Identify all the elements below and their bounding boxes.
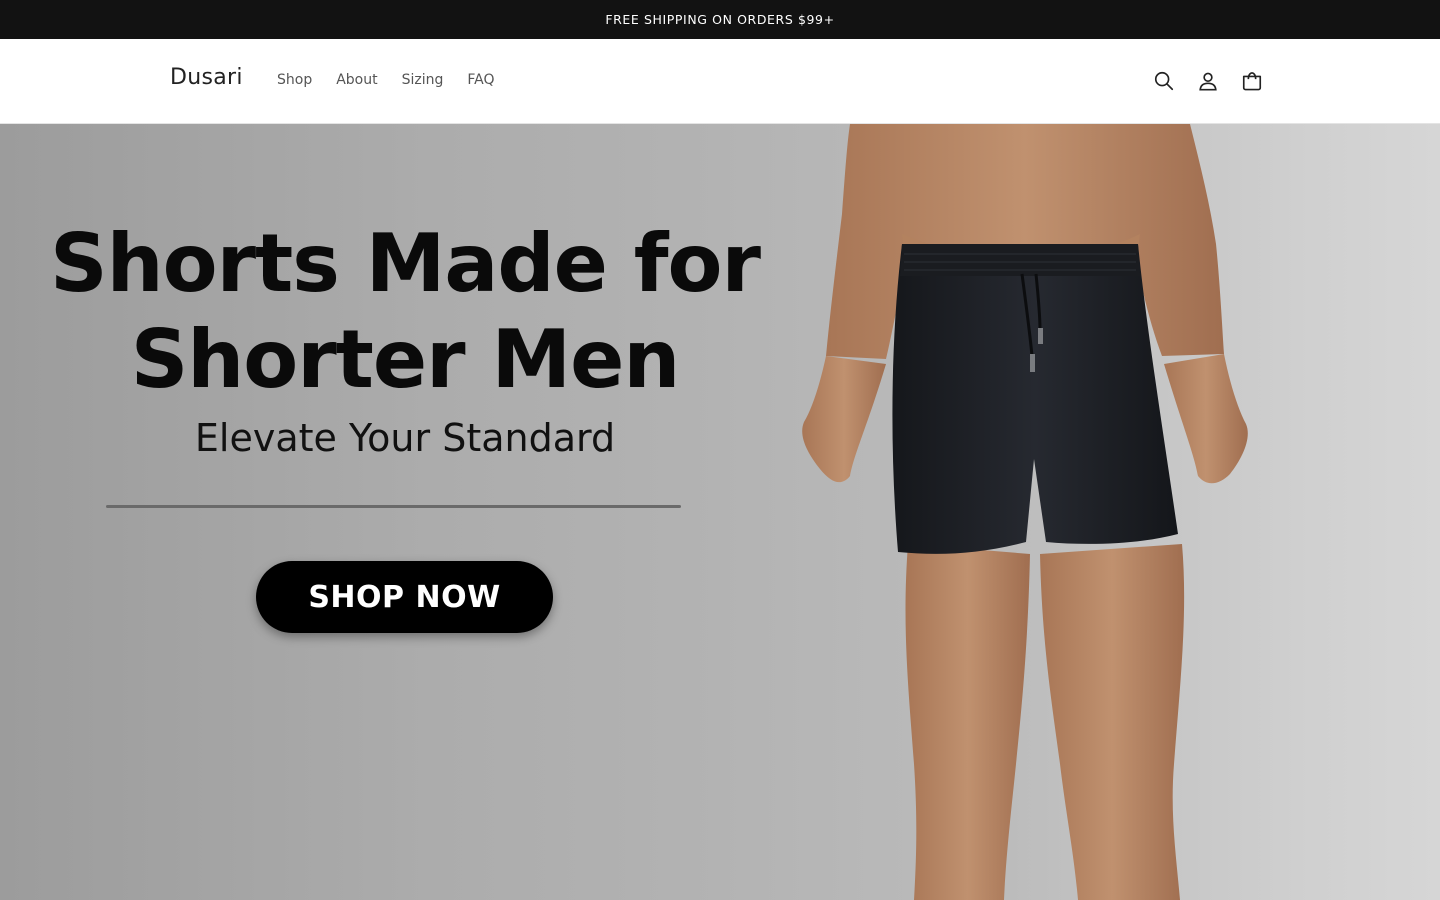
nav-link-about[interactable]: About xyxy=(324,70,389,90)
announcement-text: FREE SHIPPING ON ORDERS $99+ xyxy=(605,12,835,27)
hero-title-line-2: Shorter Men xyxy=(130,313,681,406)
shop-now-button[interactable]: SHOP NOW xyxy=(256,561,553,633)
site-logo[interactable]: Dusari xyxy=(170,65,243,90)
header-icons xyxy=(1142,59,1274,103)
announcement-bar: FREE SHIPPING ON ORDERS $99+ xyxy=(0,0,1440,39)
search-icon[interactable] xyxy=(1142,59,1186,103)
cart-icon[interactable] xyxy=(1230,59,1274,103)
nav-link-sizing[interactable]: Sizing xyxy=(390,70,456,90)
hero-subtitle: Elevate Your Standard xyxy=(194,416,616,460)
hero-banner: Shorts Made for Shorter Men Elevate Your… xyxy=(0,124,1440,900)
nav-link-shop[interactable]: Shop xyxy=(265,70,324,90)
site-header: Dusari Shop About Sizing FAQ xyxy=(0,39,1440,124)
hero-model-image xyxy=(802,124,1248,900)
account-icon[interactable] xyxy=(1186,59,1230,103)
main-nav: Shop About Sizing FAQ xyxy=(265,70,507,90)
hero-title-line-1: Shorts Made for xyxy=(50,217,761,310)
nav-link-faq[interactable]: FAQ xyxy=(455,70,506,90)
hero-title: Shorts Made for Shorter Men xyxy=(30,216,780,408)
hero-divider xyxy=(106,505,681,508)
